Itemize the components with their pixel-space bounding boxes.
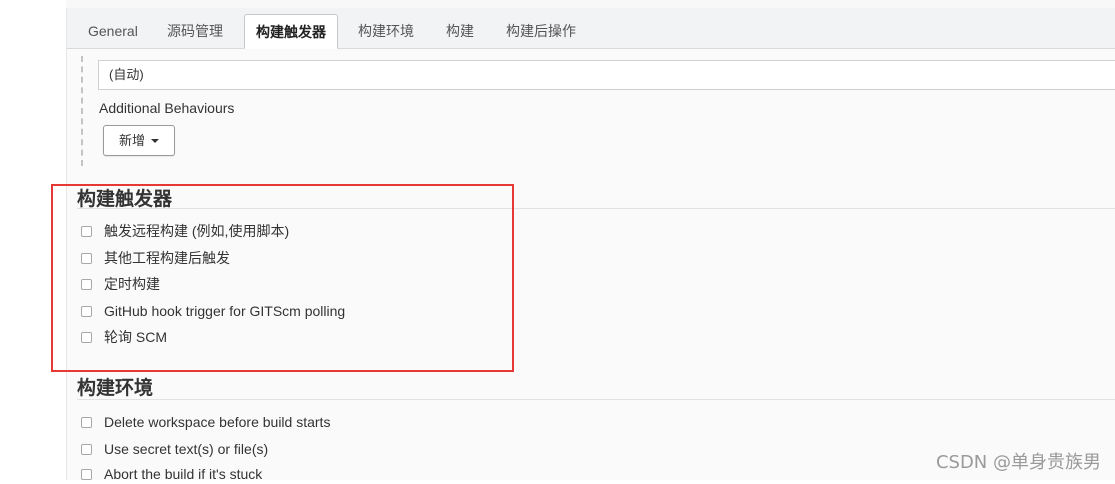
poll-scm-option[interactable]: 轮询 SCM: [81, 327, 167, 347]
option-label: Use secret text(s) or file(s): [104, 441, 269, 457]
option-label: GitHub hook trigger for GITScm polling: [104, 303, 346, 319]
github-hook-trigger-option[interactable]: GitHub hook trigger for GITScm polling: [81, 301, 345, 321]
repository-browser-select[interactable]: (自动): [98, 60, 1115, 90]
caret-down-icon: [151, 139, 159, 143]
poll-scm-checkbox[interactable]: [81, 331, 92, 343]
option-label: Delete workspace before build starts: [104, 414, 331, 430]
add-button-label: 新增: [118, 133, 145, 148]
build-triggers-heading: 构建触发器: [77, 189, 173, 210]
tab-build-triggers[interactable]: 构建触发器: [244, 14, 338, 49]
delete-workspace-option[interactable]: Delete workspace before build starts: [81, 412, 330, 432]
option-label: 定时构建: [104, 276, 160, 292]
build-after-other-projects-checkbox[interactable]: [81, 252, 92, 264]
tab-post-build-actions[interactable]: 构建后操作: [495, 14, 587, 48]
use-secret-text-option[interactable]: Use secret text(s) or file(s): [81, 439, 268, 459]
tab-build-environment[interactable]: 构建环境: [347, 14, 425, 48]
option-label: 触发远程构建 (例如,使用脚本): [104, 223, 290, 239]
trigger-remote-build-option[interactable]: 触发远程构建 (例如,使用脚本): [81, 221, 289, 241]
delete-workspace-checkbox[interactable]: [81, 416, 92, 428]
left-gutter: [0, 0, 66, 480]
config-tabbar: General 源码管理 构建触发器 构建环境 构建 构建后操作: [67, 8, 1115, 49]
add-behaviour-button[interactable]: 新增: [103, 125, 175, 156]
option-label: 轮询 SCM: [104, 329, 167, 345]
trigger-remote-build-checkbox[interactable]: [81, 225, 92, 237]
additional-behaviours-label: Additional Behaviours: [99, 100, 235, 116]
option-label: 其他工程构建后触发: [104, 250, 230, 266]
top-strip: [0, 0, 1115, 8]
tab-general[interactable]: General: [77, 14, 149, 48]
scm-section-dashed-border: [81, 56, 83, 166]
build-after-other-projects-option[interactable]: 其他工程构建后触发: [81, 248, 230, 268]
abort-stuck-build-checkbox[interactable]: [81, 468, 92, 480]
use-secret-text-checkbox[interactable]: [81, 443, 92, 455]
build-periodically-option[interactable]: 定时构建: [81, 274, 160, 294]
abort-stuck-build-option[interactable]: Abort the build if it's stuck: [81, 464, 262, 484]
tab-source-code-management[interactable]: 源码管理: [156, 14, 234, 48]
build-periodically-checkbox[interactable]: [81, 278, 92, 290]
section-divider: [77, 208, 1115, 209]
tab-build[interactable]: 构建: [435, 14, 485, 48]
csdn-watermark: CSDN @单身贵族男: [935, 452, 1101, 473]
build-environment-heading: 构建环境: [77, 378, 154, 399]
config-panel: General 源码管理 构建触发器 构建环境 构建 构建后操作 (自动) Ad…: [66, 8, 1115, 482]
section-divider: [77, 399, 1115, 400]
github-hook-trigger-checkbox[interactable]: [81, 305, 92, 317]
